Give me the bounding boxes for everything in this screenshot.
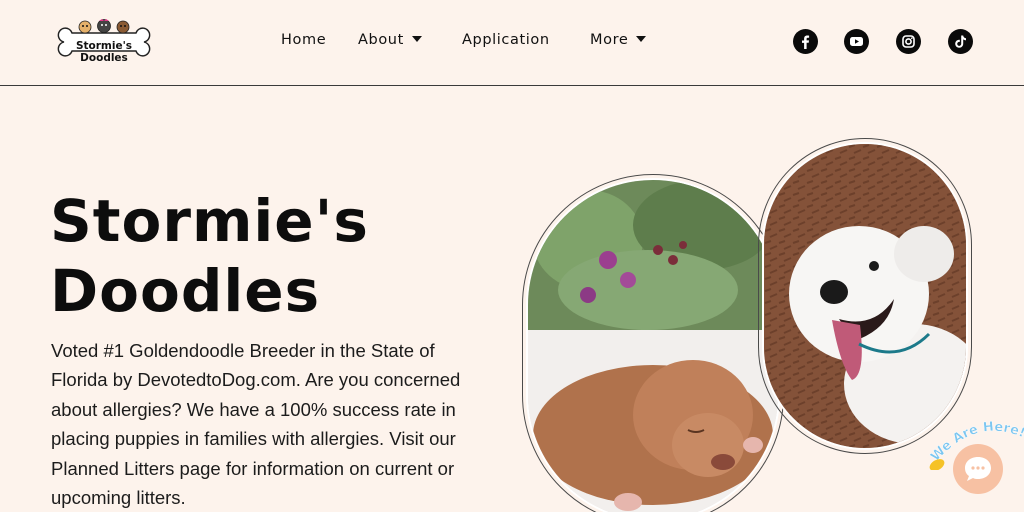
tiktok-icon[interactable] xyxy=(948,29,973,54)
site-header: Stormie's Doodles Home About Application… xyxy=(0,0,1024,86)
white-doodle-image xyxy=(764,144,966,448)
facebook-icon[interactable] xyxy=(793,29,818,54)
site-logo[interactable]: Stormie's Doodles xyxy=(52,18,156,66)
nav-home[interactable]: Home xyxy=(281,29,326,51)
doodle-photo-oval xyxy=(758,138,972,454)
instagram-icon[interactable] xyxy=(896,29,921,54)
title-line-1: Stormie's xyxy=(50,187,369,255)
hero-description: Voted #1 Goldendoodle Breeder in the Sta… xyxy=(51,340,461,509)
logo-text: Stormie's Doodles xyxy=(75,40,133,64)
youtube-icon[interactable] xyxy=(844,29,869,54)
puppy-photo-oval xyxy=(522,174,784,512)
chevron-down-icon xyxy=(636,36,647,42)
chat-bubble-icon xyxy=(965,457,991,481)
sleeping-puppy-image xyxy=(528,180,778,512)
nav-application[interactable]: Application xyxy=(462,29,550,51)
nav-more-label: More xyxy=(590,32,629,48)
nav-application-label: Application xyxy=(462,32,550,48)
nav-more[interactable]: More xyxy=(590,29,647,51)
page-title: Stormie's Doodles xyxy=(50,186,470,326)
chat-button[interactable] xyxy=(953,444,1003,494)
nav-about[interactable]: About xyxy=(358,29,422,51)
title-line-2: Doodles xyxy=(50,257,321,325)
chevron-down-icon xyxy=(411,36,422,42)
nav-about-label: About xyxy=(358,32,404,48)
nav-home-label: Home xyxy=(281,32,327,48)
